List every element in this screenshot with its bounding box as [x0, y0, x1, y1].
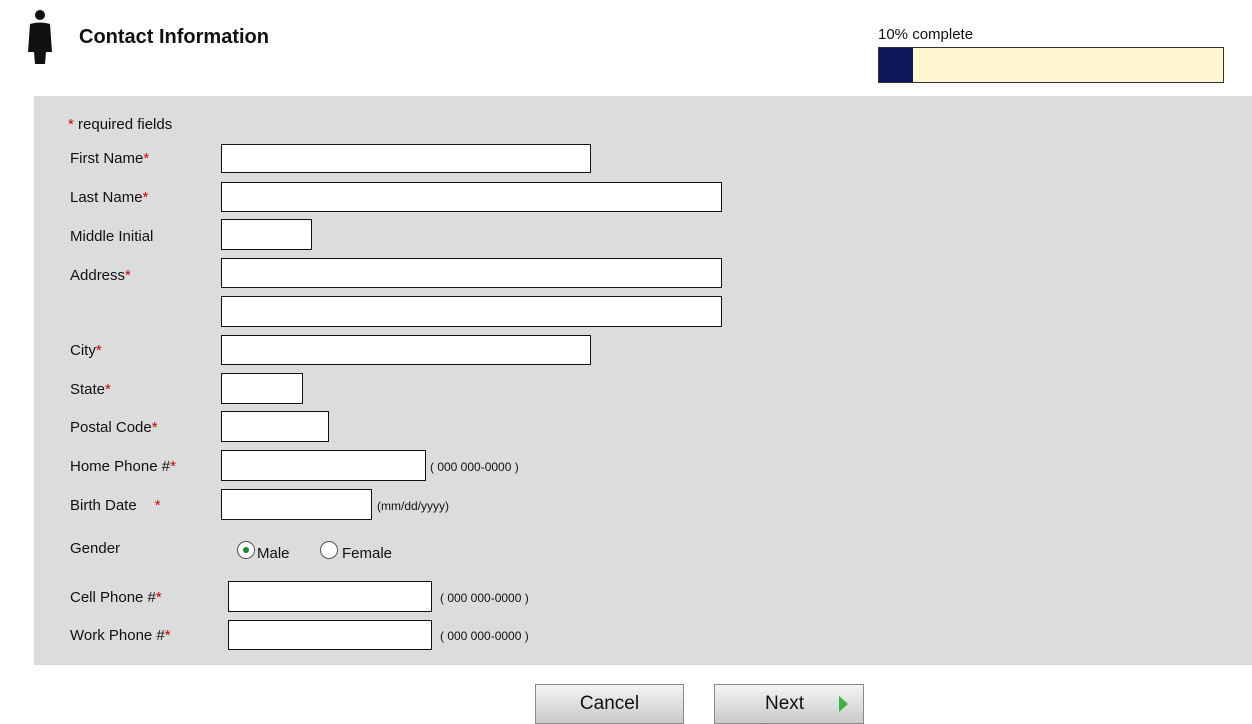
- cell-phone-label-text: Cell Phone #: [70, 589, 156, 606]
- page-title: Contact Information: [79, 26, 269, 48]
- postal-code-input[interactable]: [221, 411, 329, 442]
- next-button[interactable]: Next: [714, 684, 864, 724]
- postal-code-label: Postal Code*: [70, 419, 158, 436]
- work-phone-label: Work Phone #*: [70, 627, 171, 644]
- required-star: *: [68, 116, 74, 133]
- required-fields-text: required fields: [78, 116, 173, 133]
- required-star: *: [125, 267, 131, 284]
- home-phone-input[interactable]: [221, 450, 426, 481]
- birth-date-label: Birth Date *: [70, 497, 161, 514]
- progress-label: 10% complete: [878, 26, 974, 43]
- middle-initial-label: Middle Initial: [70, 228, 154, 245]
- person-icon: [28, 10, 52, 64]
- work-phone-label-text: Work Phone #: [70, 627, 165, 644]
- address-line-1-input[interactable]: [221, 258, 722, 288]
- address-label: Address*: [70, 267, 131, 284]
- middle-initial-input[interactable]: [221, 219, 312, 250]
- first-name-label: First Name*: [70, 150, 149, 167]
- home-phone-label: Home Phone #*: [70, 458, 176, 475]
- state-label-text: State: [70, 381, 106, 398]
- work-phone-input[interactable]: [228, 620, 432, 650]
- gender-female-label[interactable]: Female: [342, 545, 392, 562]
- required-star: *: [142, 189, 149, 206]
- cell-phone-input[interactable]: [228, 581, 432, 612]
- required-star: *: [95, 342, 102, 359]
- last-name-label: Last Name*: [70, 189, 148, 206]
- required-star: *: [155, 589, 162, 606]
- cell-phone-label: Cell Phone #*: [70, 589, 162, 606]
- birth-date-format-hint: (mm/dd/yyyy): [377, 499, 449, 513]
- first-name-input[interactable]: [221, 144, 591, 173]
- address-line-2-input[interactable]: [221, 296, 722, 327]
- arrow-right-icon: [839, 696, 848, 712]
- gender-label: Gender: [70, 540, 121, 557]
- required-star: *: [105, 381, 111, 398]
- gender-male-radio[interactable]: [237, 541, 255, 559]
- birth-date-label-text: Birth Date: [70, 497, 137, 514]
- work-phone-format-hint: ( 000 000-0000 ): [440, 629, 529, 643]
- required-star: *: [154, 497, 161, 514]
- state-input[interactable]: [221, 373, 303, 404]
- last-name-input[interactable]: [221, 182, 722, 212]
- gender-female-radio[interactable]: [320, 541, 338, 559]
- last-name-label-text: Last Name: [70, 189, 143, 206]
- city-input[interactable]: [221, 335, 591, 365]
- cancel-button[interactable]: Cancel: [535, 684, 684, 724]
- required-fields-note: * required fields: [68, 116, 172, 133]
- progress-bar: [878, 47, 1224, 83]
- address-label-text: Address: [70, 267, 126, 284]
- home-phone-label-text: Home Phone #: [70, 458, 171, 475]
- progress-fill: [879, 48, 914, 82]
- first-name-label-text: First Name: [70, 150, 144, 167]
- home-phone-format-hint: ( 000 000-0000 ): [430, 460, 519, 474]
- required-star: *: [170, 458, 176, 475]
- gender-male-label[interactable]: Male: [257, 545, 290, 562]
- required-star: *: [164, 627, 171, 644]
- state-label: State*: [70, 381, 111, 398]
- next-button-label: Next: [765, 693, 805, 714]
- radio-selected-dot: [243, 547, 249, 553]
- birth-date-input[interactable]: [221, 489, 372, 520]
- city-label-text: City: [70, 342, 96, 359]
- required-star: *: [143, 150, 150, 167]
- required-star: *: [151, 419, 158, 436]
- postal-code-label-text: Postal Code: [70, 419, 152, 436]
- city-label: City*: [70, 342, 102, 359]
- cell-phone-format-hint: ( 000 000-0000 ): [440, 591, 529, 605]
